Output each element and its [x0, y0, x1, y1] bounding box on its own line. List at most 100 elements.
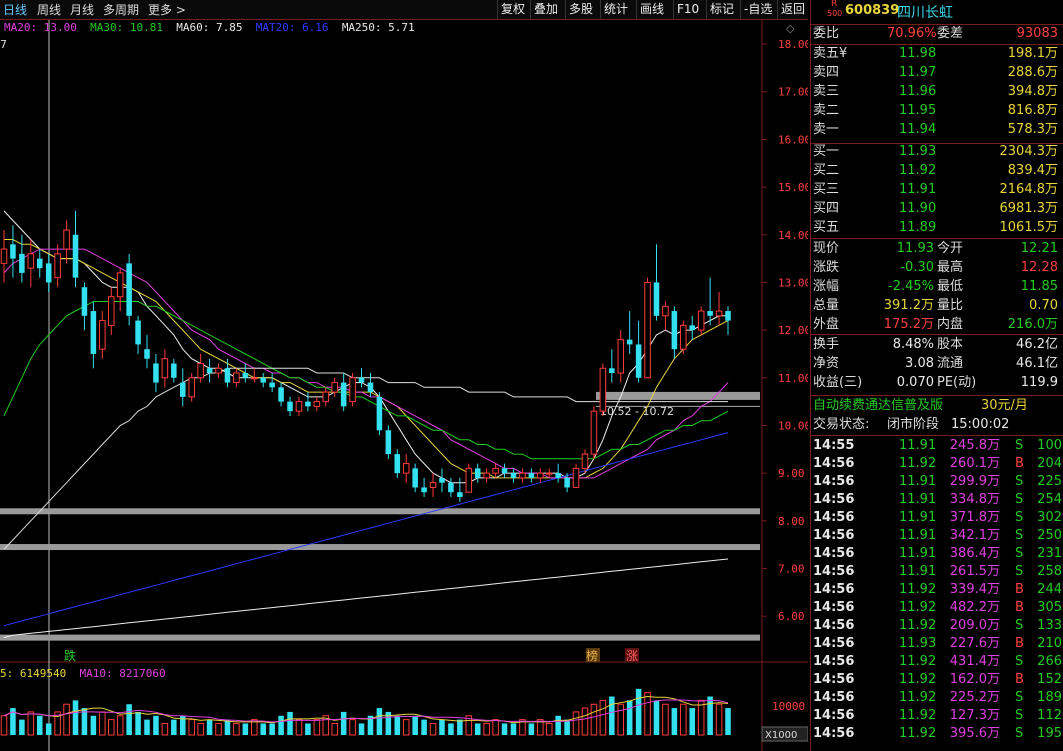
bid-row[interactable]: 买二 11.92 839.4万 — [813, 162, 1062, 180]
volume-bar — [27, 711, 35, 736]
ask-volume: 578.3万 — [1007, 122, 1058, 137]
tick-row[interactable]: 14:56 11.91 261.5万 S 258 — [813, 563, 1062, 581]
ad-text[interactable]: 自动续费通达信普及版 — [813, 398, 943, 413]
tick-row[interactable]: 14:56 11.91 371.8万 S 302 — [813, 509, 1062, 527]
ask-row[interactable]: 卖五¥ 11.98 198.1万 — [813, 45, 1062, 63]
tick-row[interactable]: 14:56 11.92 260.1万 B 204 — [813, 455, 1062, 473]
stock-code: 600839 — [845, 3, 900, 18]
tick-row[interactable]: 14:56 11.92 482.2万 B 305 — [813, 599, 1062, 617]
multi-stock-button[interactable]: 多股 — [565, 0, 596, 19]
candle-body — [644, 281, 651, 379]
ask-volume: 394.8万 — [1007, 84, 1058, 99]
tick-volume: 261.5万 — [949, 564, 1000, 579]
bid-row[interactable]: 买四 11.90 6981.3万 — [813, 200, 1062, 218]
price-tick-label: 18.00 — [778, 38, 808, 51]
volume-bar — [483, 722, 490, 736]
volume-bar — [376, 708, 383, 735]
volume-bar — [725, 708, 731, 735]
price-chart[interactable]: 18.00 17.00 16.00 15.00 14.00 13.00 12.00 11.00… — [0, 20, 808, 751]
candle-body — [429, 482, 437, 488]
candle-body — [161, 358, 169, 379]
ad-price[interactable]: 30元/月 — [981, 397, 1028, 415]
price-tick-label: 14.00 — [778, 229, 808, 242]
bid-row[interactable]: 买五 11.89 1061.5万 — [813, 219, 1062, 237]
statistics-button[interactable]: 统计 — [600, 0, 631, 19]
tick-row[interactable]: 14:56 11.91 334.8万 S 254 — [813, 491, 1062, 509]
ma-legend-item: MA20: 13.00 — [4, 21, 77, 34]
tick-row[interactable]: 14:56 11.92 162.0万 B 152 — [813, 671, 1062, 689]
tick-volume: 127.3万 — [949, 708, 1000, 723]
tick-row[interactable]: 14:56 11.92 339.4万 B 244 — [813, 581, 1062, 599]
candle-body — [421, 487, 427, 493]
ask-label: 卖四 — [813, 65, 840, 80]
ask-row[interactable]: 卖三 11.96 394.8万 — [813, 83, 1062, 101]
volume-bar — [135, 711, 141, 735]
tick-row[interactable]: 14:55 11.91 245.8万 S 100 — [813, 437, 1062, 455]
volume-bar — [116, 715, 124, 736]
tick-row[interactable]: 14:56 11.91 299.9万 S 225 — [813, 473, 1062, 491]
tick-side: B — [1015, 582, 1024, 597]
bid-price: 11.92 — [899, 163, 937, 178]
tick-row[interactable]: 14:56 11.92 395.6万 S 195 — [813, 725, 1062, 743]
tick-price: 11.92 — [899, 456, 937, 471]
bid-row[interactable]: 买一 11.93 2304.3万 — [813, 143, 1062, 161]
tick-volume: 431.4万 — [949, 654, 1000, 669]
tick-row[interactable]: 14:56 11.92 127.3万 S 112 — [813, 707, 1062, 725]
ask-row[interactable]: 卖二 11.95 816.8万 — [813, 102, 1062, 120]
tick-side: B — [1015, 672, 1024, 687]
tick-price: 11.91 — [899, 474, 937, 489]
bid-label: 买五 — [813, 220, 840, 235]
candle-body — [715, 310, 723, 317]
stat-label: 今开 — [937, 241, 964, 256]
tick-side: S — [1015, 438, 1024, 453]
volume-bar — [412, 715, 418, 735]
volume-bar — [349, 719, 356, 736]
ma-legend-item: MA30: 10.81 — [90, 21, 163, 34]
candle-body — [519, 472, 526, 479]
bid-row[interactable]: 买三 11.91 2164.8万 — [813, 181, 1062, 199]
ask-row[interactable]: 卖四 11.97 288.6万 — [813, 64, 1062, 82]
tick-row[interactable]: 14:56 11.91 386.4万 S 231 — [813, 545, 1062, 563]
stat-value: 11.93 — [896, 241, 934, 256]
volume-legend: 5: 6149540 MA10: 8217060 — [0, 667, 166, 680]
f10-button[interactable]: F10 — [673, 0, 702, 19]
tab-weekly[interactable]: 周线 — [37, 1, 61, 18]
quote-panel: R 500 600839 四川长虹 委比 70.96% 委差 93083 卖五¥… — [810, 0, 1063, 751]
back-button[interactable]: 返回 — [777, 0, 808, 19]
remove-watchlist-button[interactable]: -自选 — [740, 0, 775, 19]
volume-bar — [707, 696, 713, 735]
mat20-line — [3, 432, 729, 627]
diamond-icon[interactable]: ◇ — [786, 22, 794, 35]
tick-volume: 162.0万 — [949, 672, 1000, 687]
tick-price: 11.91 — [899, 510, 937, 525]
volume-legend-item: 5: 6149540 — [0, 667, 67, 680]
candle-body — [358, 377, 365, 383]
ask-row[interactable]: 卖一 11.94 578.3万 — [813, 121, 1062, 139]
ask-label: 卖二 — [813, 103, 840, 118]
tab-monthly[interactable]: 月线 — [70, 1, 94, 18]
tick-row[interactable]: 14:56 11.93 227.6万 B 210 — [813, 635, 1062, 653]
overlay-button[interactable]: 叠加 — [530, 0, 561, 19]
candle-body — [528, 473, 535, 478]
tick-row[interactable]: 14:56 11.92 209.0万 S 133 — [813, 617, 1062, 635]
tick-row[interactable]: 14:56 11.92 431.4万 S 266 — [813, 653, 1062, 671]
draw-line-button[interactable]: 画线 — [636, 0, 667, 19]
volume-bar — [689, 708, 696, 735]
restore-rights-button[interactable]: 复权 — [497, 0, 528, 19]
tab-daily[interactable]: 日线 — [3, 1, 27, 18]
tick-row[interactable]: 14:56 11.91 342.1万 S 250 — [813, 527, 1062, 545]
tick-row[interactable]: 14:56 11.92 225.2万 S 189 — [813, 689, 1062, 707]
volume-bar — [107, 719, 115, 736]
mark-fall: 跌 — [64, 648, 76, 663]
wei-bi-label: 委比 — [813, 26, 840, 41]
tab-multi-period[interactable]: 多周期 — [103, 1, 139, 18]
tick-side: S — [1015, 528, 1024, 543]
tab-more[interactable]: 更多 > — [148, 1, 186, 18]
ad-banner[interactable]: 自动续费通达信普及版 30元/月 — [813, 397, 1062, 415]
tick-count: 258 — [1037, 564, 1062, 579]
mark-button[interactable]: 标记 — [706, 0, 737, 19]
volume-bar — [617, 703, 625, 736]
stat-value: 8.48% — [892, 337, 934, 352]
volume-bar — [394, 715, 401, 735]
candle-body — [537, 472, 544, 479]
